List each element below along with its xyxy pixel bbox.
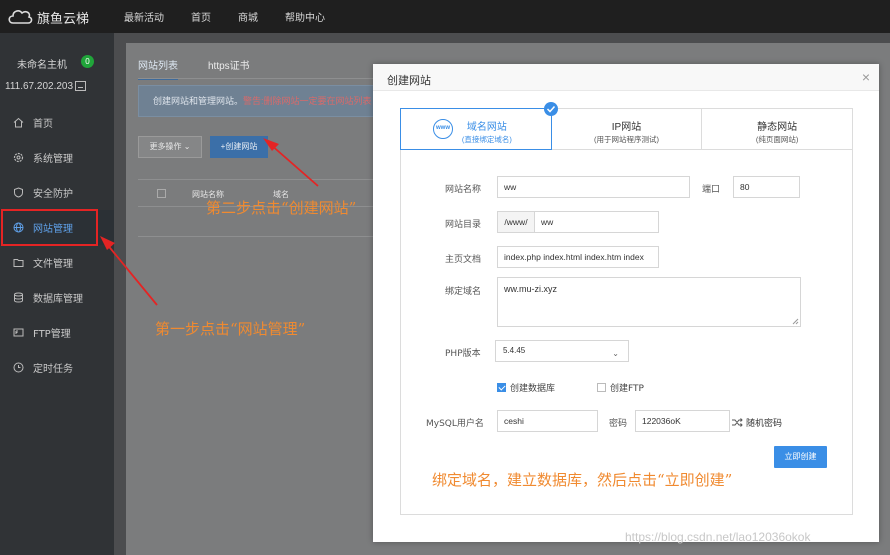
ftp-icon [12, 327, 24, 339]
highlight-box [1, 209, 98, 246]
sidebar-item-system[interactable]: 系统管理 [0, 140, 114, 175]
create-ftp-label: 创建FTP [610, 384, 644, 394]
port-input[interactable]: 80 [733, 176, 800, 198]
home-icon [12, 117, 24, 129]
nav-store[interactable]: 商城 [238, 9, 258, 24]
nav-home[interactable]: 首页 [191, 9, 211, 24]
notice-text: 创建网站和管理网站。 [153, 96, 244, 106]
watermark: https://blog.csdn.net/lao12036okok [625, 530, 811, 544]
php-version-select[interactable]: 5.4.45 ⌄ [495, 340, 629, 362]
sidebar-item-home[interactable]: 首页 [0, 105, 114, 140]
resize-handle-icon[interactable] [792, 318, 799, 325]
tab-sublabel: (用于网站程序测试) [594, 135, 659, 144]
cloud-logo-icon [8, 10, 33, 24]
mysql-user-label: MySQL用户名 [426, 419, 484, 429]
sidebar-item-label: FTP管理 [33, 329, 71, 340]
sidebar-item-cron[interactable]: 定时任务 [0, 350, 114, 385]
www-icon: www [433, 119, 453, 139]
folder-icon [12, 257, 24, 269]
random-password-button[interactable]: 随机密码 [732, 416, 782, 429]
sidebar-item-security[interactable]: 安全防护 [0, 175, 114, 210]
host-name[interactable]: 未命名主机 [17, 56, 67, 71]
site-dir-prefix: /www/ [497, 211, 534, 233]
random-password-label: 随机密码 [746, 419, 783, 429]
clock-icon [12, 362, 24, 374]
sidebar-item-database[interactable]: 数据库管理 [0, 280, 114, 315]
create-db-label: 创建数据库 [510, 384, 556, 394]
tab-ip-site[interactable]: IP网站 (用于网站程序测试) [552, 109, 703, 149]
index-doc-label: 主页文档 [445, 255, 482, 265]
sidebar-item-files[interactable]: 文件管理 [0, 245, 114, 280]
password-input[interactable]: 122036oK [635, 410, 730, 432]
tab-domain-site[interactable]: www 域名网站 (直接绑定域名) [400, 102, 558, 150]
database-icon [12, 292, 24, 304]
chevron-down-icon: ⌄ [612, 349, 619, 358]
sidebar-item-label: 定时任务 [33, 364, 73, 375]
create-now-button[interactable]: 立即创建 [774, 446, 827, 468]
site-name-input[interactable]: ww [497, 176, 690, 198]
sidebar-item-label: 系统管理 [33, 154, 73, 165]
sidebar-item-label: 数据库管理 [33, 294, 83, 305]
password-label: 密码 [609, 419, 628, 429]
dialog-body: www 域名网站 (直接绑定域名) IP网站 (用于网站程序测试) 静态网站 (… [400, 102, 853, 515]
step-one-annotation: 第一步点击“网站管理” [155, 320, 306, 338]
close-icon[interactable]: × [862, 70, 870, 84]
create-db-checkbox[interactable]: 创建数据库 [497, 381, 555, 394]
step-two-annotation: 第二步点击“创建网站” [206, 199, 357, 217]
tab-label: IP网站 [611, 122, 642, 133]
tab-label: 静态网站 [757, 122, 798, 133]
console-icon[interactable] [75, 81, 86, 91]
tab-sublabel: (直接绑定域名) [461, 135, 512, 144]
step-three-annotation: 绑定域名，建立数据库，然后点击“立即创建” [432, 471, 733, 489]
site-dir-label: 网站目录 [445, 220, 482, 230]
select-all-checkbox[interactable] [157, 189, 166, 198]
host-count-badge: 0 [81, 55, 94, 68]
main-tabs: 网站列表 https证书 [138, 57, 280, 80]
checkbox-checked-icon [497, 383, 506, 392]
more-actions-button[interactable]: 更多操作 ⌄ [138, 136, 202, 158]
notice-warning: 警告:删除网站一定要在网站列表 [243, 96, 372, 106]
shield-icon [12, 187, 24, 199]
top-bar: 旗鱼云梯 最新活动 首页 商城 帮助中心 [0, 0, 890, 33]
sidebar-item-label: 首页 [33, 119, 53, 130]
create-website-button[interactable]: +创建网站 [210, 136, 268, 158]
sidebar: 未命名主机 0 111.67.202.203 首页 系统管理 安全防护 网站管理… [0, 33, 114, 555]
site-name-label: 网站名称 [445, 185, 482, 195]
nav-help-center[interactable]: 帮助中心 [285, 9, 325, 24]
php-version-value: 5.4.45 [503, 346, 526, 355]
port-label: 端口 [702, 185, 721, 195]
dialog-title: 创建网站 [387, 74, 431, 87]
gear-icon [12, 152, 24, 164]
tab-website-list[interactable]: 网站列表 [138, 57, 178, 80]
tab-label: 域名网站 [466, 122, 507, 133]
create-website-dialog: 创建网站 × www 域名网站 (直接绑定域名) IP网站 (用于网站程序测试)… [373, 64, 879, 542]
bind-domain-label: 绑定域名 [445, 287, 482, 297]
create-ftp-checkbox[interactable]: 创建FTP [597, 381, 644, 394]
brand-name: 旗鱼云梯 [37, 11, 90, 27]
top-nav: 最新活动 首页 商城 帮助中心 [124, 0, 352, 33]
sidebar-item-label: 文件管理 [33, 259, 73, 270]
sidebar-item-ftp[interactable]: FTP管理 [0, 315, 114, 350]
sidebar-item-label: 安全防护 [33, 189, 73, 200]
host-ip: 111.67.202.203 [5, 81, 74, 92]
brand-logo[interactable]: 旗鱼云梯 [6, 6, 89, 28]
site-type-tabs: www 域名网站 (直接绑定域名) IP网站 (用于网站程序测试) 静态网站 (… [400, 102, 852, 150]
site-dir-input[interactable]: ww [534, 211, 659, 233]
tab-sublabel: (纯页面网站) [755, 135, 799, 144]
php-version-label: PHP版本 [445, 349, 481, 359]
tab-https-cert[interactable]: https证书 [208, 57, 250, 80]
index-doc-input[interactable]: index.php index.html index.htm index [497, 246, 659, 268]
shuffle-icon [732, 418, 743, 427]
tab-static-site[interactable]: 静态网站 (纯页面网站) [702, 109, 852, 149]
dialog-header: 创建网站 × [373, 64, 879, 91]
mysql-user-input[interactable]: ceshi [497, 410, 598, 432]
checkbox-empty-icon [597, 383, 606, 392]
bind-domain-textarea[interactable]: ww.mu-zi.xyz [497, 277, 801, 327]
nav-latest-activity[interactable]: 最新活动 [124, 9, 164, 24]
